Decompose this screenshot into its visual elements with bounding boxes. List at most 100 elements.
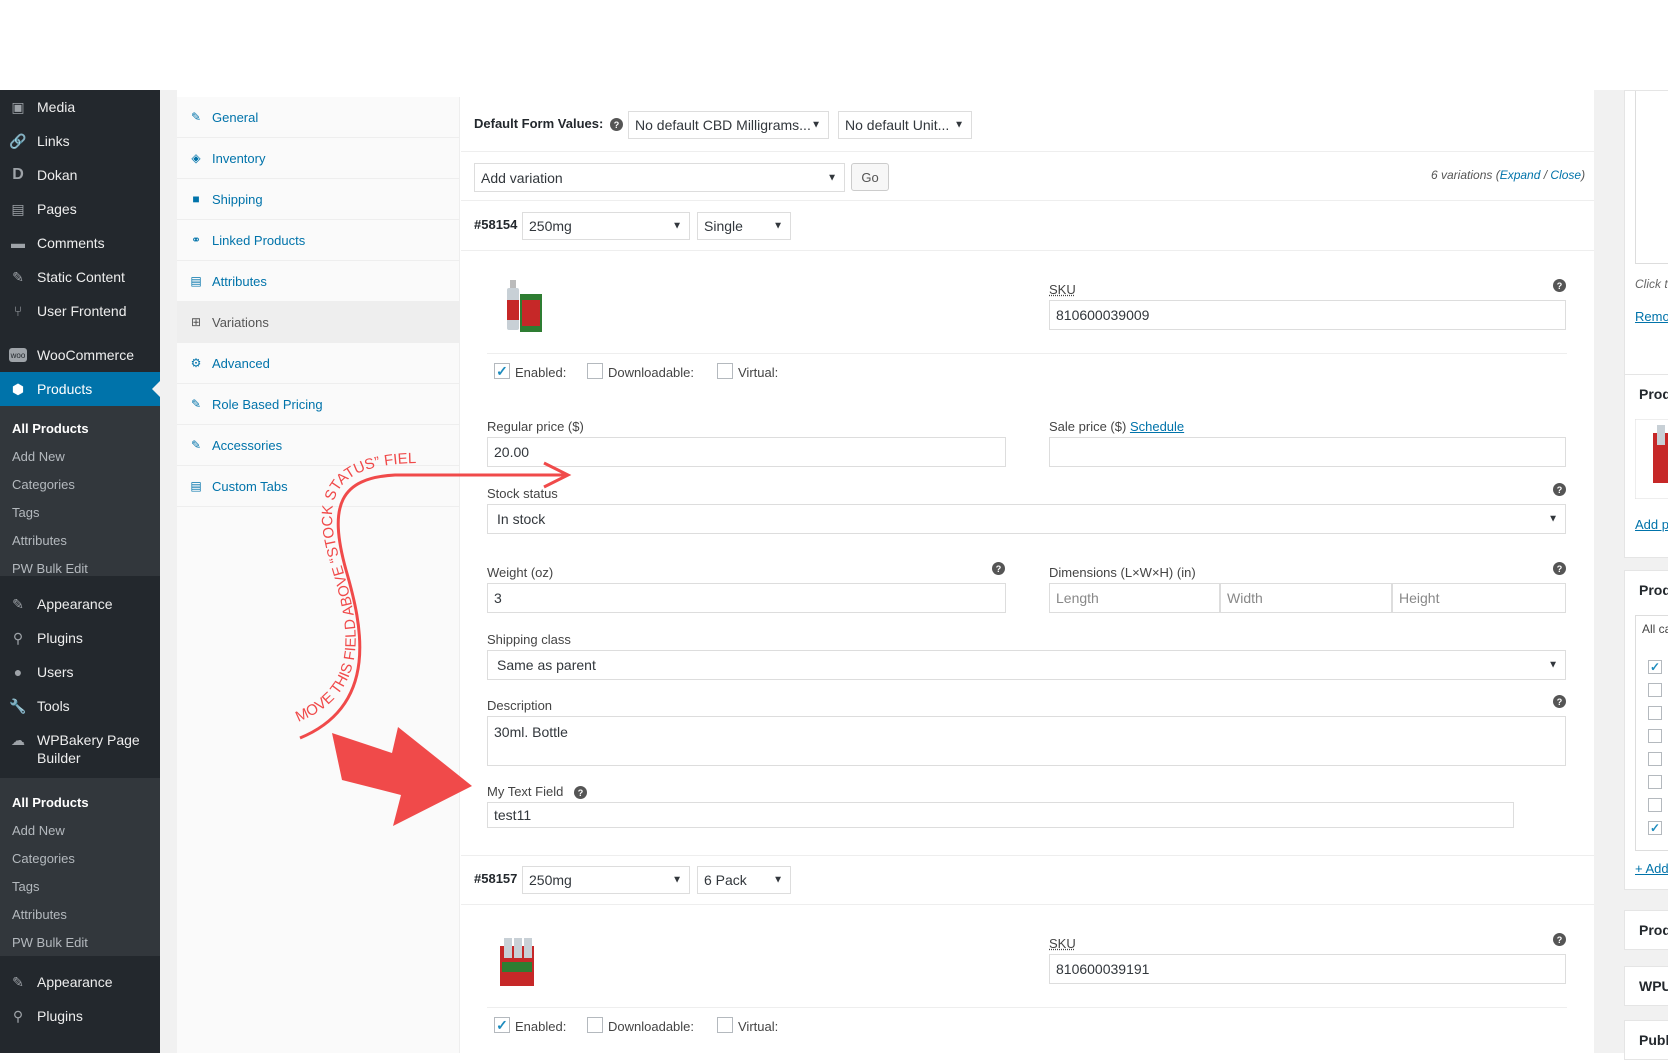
sale-price-input[interactable] [1049, 437, 1566, 467]
category-checkbox[interactable] [1648, 775, 1662, 789]
submenu-pw-bulk-edit[interactable]: PW Bulk Edit [0, 554, 160, 582]
remove-image-link[interactable]: Remo [1635, 309, 1668, 324]
submenu-categories-2[interactable]: Categories [0, 844, 160, 872]
height-input[interactable]: Height [1392, 583, 1566, 613]
regular-price-input[interactable]: 20.00 [487, 437, 1006, 467]
submenu-all-products-2[interactable]: All Products [0, 788, 160, 816]
stock-status-select[interactable]: In stock ▼ [487, 504, 1566, 534]
menu-dokan[interactable]: D Dokan [0, 158, 160, 192]
tab-general[interactable]: ✎ General [177, 97, 460, 138]
category-checkbox[interactable] [1648, 683, 1662, 697]
menu-tools[interactable]: 🔧 Tools [0, 689, 160, 723]
category-checkbox[interactable] [1648, 798, 1662, 812]
virtual-checkbox[interactable] [717, 363, 733, 379]
category-checkbox[interactable] [1648, 729, 1662, 743]
chevron-down-icon: ▼ [811, 119, 821, 131]
tools-icon: 🔧 [9, 697, 27, 714]
weight-input[interactable]: 3 [487, 583, 1006, 613]
help-icon: ? [1553, 483, 1566, 496]
downloadable-checkbox[interactable] [587, 363, 603, 379]
my-text-field-input[interactable]: test11 [487, 802, 1514, 828]
tab-variations[interactable]: ⊞ Variations [177, 302, 460, 343]
tab-custom-tabs[interactable]: ▤ Custom Tabs [177, 466, 460, 507]
menu-media[interactable]: ▣ Media [0, 90, 160, 124]
menu-user-frontend[interactable]: ⑂ User Frontend [0, 294, 160, 328]
chevron-down-icon: ▼ [827, 172, 837, 183]
category-checkbox[interactable]: ✓ [1648, 821, 1662, 835]
enabled-checkbox[interactable]: ✓ [494, 363, 510, 379]
tab-inventory[interactable]: ◈ Inventory [177, 138, 460, 179]
category-checkbox[interactable] [1648, 752, 1662, 766]
help-icon: ? [610, 118, 623, 131]
variation-thumbnail[interactable] [490, 278, 548, 336]
product-gallery-box: Produ Add p [1624, 374, 1668, 558]
chevron-down-icon: ▼ [672, 220, 682, 232]
add-category-link[interactable]: + Add [1635, 861, 1668, 876]
virtual-label: Virtual: [738, 1019, 779, 1034]
variation-size-select[interactable]: 250mg ▼ [522, 212, 690, 240]
virtual-checkbox[interactable] [717, 1017, 733, 1033]
variation-unit-select[interactable]: 6 Pack ▼ [697, 866, 791, 894]
menu-wpbakery[interactable]: ☁ WPBakery Page Builder [0, 723, 160, 775]
variation-thumbnail[interactable] [490, 932, 548, 990]
tab-advanced[interactable]: ⚙ Advanced [177, 343, 460, 384]
submenu-add-new-2[interactable]: Add New [0, 816, 160, 844]
schedule-link[interactable]: Schedule [1130, 419, 1184, 434]
all-categories-tab[interactable]: All ca [1642, 622, 1668, 636]
variation-size-select[interactable]: 250mg ▼ [522, 866, 690, 894]
menu-pages[interactable]: ▤ Pages [0, 192, 160, 226]
menu-links[interactable]: 🔗 Links [0, 124, 160, 158]
submenu-tags-2[interactable]: Tags [0, 872, 160, 900]
sku-input[interactable]: 810600039191 [1049, 954, 1566, 984]
tab-role-based-pricing[interactable]: ✎ Role Based Pricing [177, 384, 460, 425]
admin-sidebar: ▣ Media 🔗 Links D Dokan ▤ Pages ▬ Comments ✎ S… [0, 90, 160, 1053]
menu-plugins-2[interactable]: ⚲ Plugins [0, 999, 160, 1033]
submenu-tags[interactable]: Tags [0, 498, 160, 526]
menu-users[interactable]: ● Users [0, 655, 160, 689]
menu-static-content[interactable]: ✎ Static Content [0, 260, 160, 294]
shipping-class-select[interactable]: Same as parent ▼ [487, 650, 1566, 680]
width-input[interactable]: Width [1220, 583, 1392, 613]
variation-unit-select[interactable]: Single ▼ [697, 212, 791, 240]
submenu-all-products[interactable]: All Products [0, 414, 160, 442]
go-button[interactable]: Go [851, 163, 889, 191]
weight-label: Weight (oz) [487, 565, 554, 580]
menu-appearance[interactable]: ✎ Appearance [0, 587, 160, 621]
submenu-attributes[interactable]: Attributes [0, 526, 160, 554]
tab-accessories[interactable]: ✎ Accessories [177, 425, 460, 466]
menu-comments[interactable]: ▬ Comments [0, 226, 160, 260]
add-gallery-link[interactable]: Add p [1635, 517, 1668, 532]
tab-shipping[interactable]: ■ Shipping [177, 179, 460, 220]
submenu-pw-bulk-edit-2[interactable]: PW Bulk Edit [0, 928, 160, 956]
enabled-checkbox[interactable]: ✓ [494, 1017, 510, 1033]
links-icon: 🔗 [9, 132, 27, 149]
help-icon: ? [1553, 933, 1566, 946]
submenu-categories[interactable]: Categories [0, 470, 160, 498]
length-input[interactable]: Length [1049, 583, 1220, 613]
add-variation-select[interactable]: Add variation ▼ [474, 163, 845, 192]
wrench-icon: ✎ [190, 438, 202, 452]
tab-linked-products[interactable]: ⚭ Linked Products [177, 220, 460, 261]
menu-appearance-2[interactable]: ✎ Appearance [0, 965, 160, 999]
menu-products[interactable]: ⬢ Products [0, 372, 160, 406]
category-checkbox[interactable]: ✓ [1648, 660, 1662, 674]
dokan-icon: D [12, 166, 24, 183]
image-placeholder [1635, 91, 1668, 264]
users-icon: ● [13, 664, 23, 680]
menu-plugins[interactable]: ⚲ Plugins [0, 621, 160, 655]
downloadable-checkbox[interactable] [587, 1017, 603, 1033]
comments-icon: ▬ [11, 235, 25, 251]
divider [461, 200, 1594, 201]
category-checkbox[interactable] [1648, 706, 1662, 720]
default-unit-select[interactable]: No default Unit... ▼ [838, 111, 972, 139]
expand-link[interactable]: Expand [1500, 168, 1541, 182]
tab-attributes[interactable]: ▤ Attributes [177, 261, 460, 302]
close-link[interactable]: Close [1550, 168, 1581, 182]
default-cbd-select[interactable]: No default CBD Milligrams... ▼ [628, 111, 829, 139]
menu-woocommerce[interactable]: woo WooCommerce [0, 338, 160, 372]
description-textarea[interactable]: 30ml. Bottle [487, 716, 1566, 766]
submenu-attributes-2[interactable]: Attributes [0, 900, 160, 928]
sku-input[interactable]: 810600039009 [1049, 300, 1566, 330]
submenu-add-new[interactable]: Add New [0, 442, 160, 470]
gallery-thumbnail[interactable] [1635, 419, 1668, 499]
